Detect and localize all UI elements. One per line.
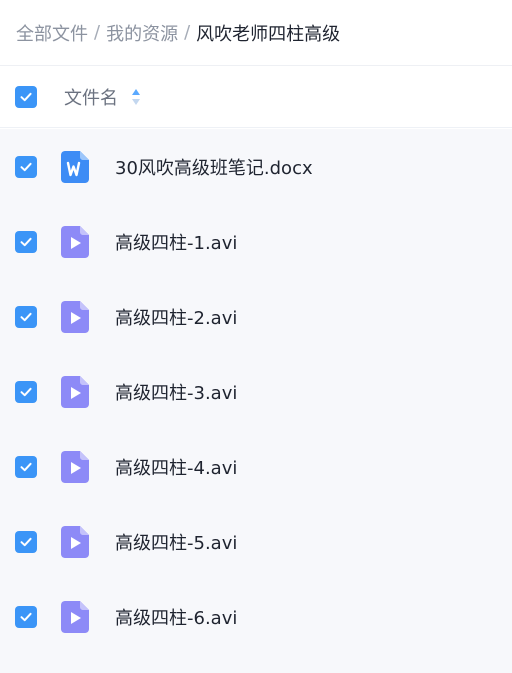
file-row-checkbox-cell <box>0 530 61 553</box>
breadcrumb-separator: / <box>94 22 101 43</box>
video-file-icon-wrap <box>61 450 115 483</box>
file-name[interactable]: 高级四柱-2.avi <box>115 304 237 330</box>
file-checkbox[interactable] <box>15 305 37 328</box>
file-name[interactable]: 高级四柱-1.avi <box>115 229 237 255</box>
file-name[interactable]: 30风吹高级班笔记.docx <box>115 154 313 180</box>
file-checkbox[interactable] <box>15 380 37 403</box>
file-row[interactable]: 30风吹高级班笔记.docx <box>0 129 512 204</box>
checkmark-icon <box>20 462 32 471</box>
file-name[interactable]: 高级四柱-6.avi <box>115 604 237 630</box>
select-all-checkbox[interactable] <box>15 85 37 108</box>
breadcrumb-all-files-link[interactable]: 全部文件 <box>16 20 88 46</box>
file-name[interactable]: 高级四柱-4.avi <box>115 454 237 480</box>
video-file-icon-wrap <box>61 225 115 258</box>
file-name[interactable]: 高级四柱-5.avi <box>115 529 237 555</box>
video-file-icon-wrap <box>61 600 115 633</box>
checkmark-icon <box>20 612 32 621</box>
checkmark-icon <box>20 537 32 546</box>
file-checkbox[interactable] <box>15 530 37 553</box>
file-row-checkbox-cell <box>0 305 61 328</box>
file-row[interactable]: 高级四柱-6.avi <box>0 579 512 654</box>
checkmark-icon <box>20 387 32 396</box>
video-file-icon <box>61 600 89 633</box>
word-document-icon <box>61 150 89 183</box>
select-all-cell <box>0 85 64 108</box>
file-checkbox[interactable] <box>15 455 37 478</box>
file-list-header: 文件名 <box>0 66 512 128</box>
sort-icon[interactable] <box>131 88 141 106</box>
file-row-checkbox-cell <box>0 230 61 253</box>
file-row-checkbox-cell <box>0 380 61 403</box>
video-file-icon-wrap <box>61 525 115 558</box>
file-checkbox[interactable] <box>15 605 37 628</box>
breadcrumb-my-resources-link[interactable]: 我的资源 <box>106 20 178 46</box>
video-file-icon <box>61 300 89 333</box>
file-row[interactable]: 高级四柱-5.avi <box>0 504 512 579</box>
filename-column-header[interactable]: 文件名 <box>64 84 118 110</box>
file-row-checkbox-cell <box>0 605 61 628</box>
file-name[interactable]: 高级四柱-3.avi <box>115 379 237 405</box>
breadcrumb-separator: / <box>184 22 191 43</box>
file-row[interactable]: 高级四柱-2.avi <box>0 279 512 354</box>
file-checkbox[interactable] <box>15 230 37 253</box>
video-file-icon <box>61 525 89 558</box>
checkmark-icon <box>20 162 32 171</box>
checkmark-icon <box>20 237 32 246</box>
file-row[interactable]: 高级四柱-1.avi <box>0 204 512 279</box>
video-file-icon-wrap <box>61 300 115 333</box>
checkmark-icon <box>20 312 32 321</box>
breadcrumb-current-folder: 风吹老师四柱高级 <box>196 23 341 45</box>
video-file-icon <box>61 225 89 258</box>
file-checkbox[interactable] <box>15 155 37 178</box>
file-row[interactable]: 高级四柱-4.avi <box>0 429 512 504</box>
word-document-icon-wrap <box>61 150 115 183</box>
video-file-icon-wrap <box>61 375 115 408</box>
checkmark-icon <box>20 92 32 101</box>
video-file-icon <box>61 450 89 483</box>
breadcrumb: 全部文件 / 我的资源 / 风吹老师四柱高级 <box>0 0 512 66</box>
file-row-checkbox-cell <box>0 155 61 178</box>
sort-arrows-icon <box>132 88 140 105</box>
video-file-icon <box>61 375 89 408</box>
file-row[interactable]: 高级四柱-3.avi <box>0 354 512 429</box>
file-row-checkbox-cell <box>0 455 61 478</box>
file-list: 30风吹高级班笔记.docx 高级四柱-1.avi 高级四柱-2.avi 高级四柱-3… <box>0 129 512 673</box>
